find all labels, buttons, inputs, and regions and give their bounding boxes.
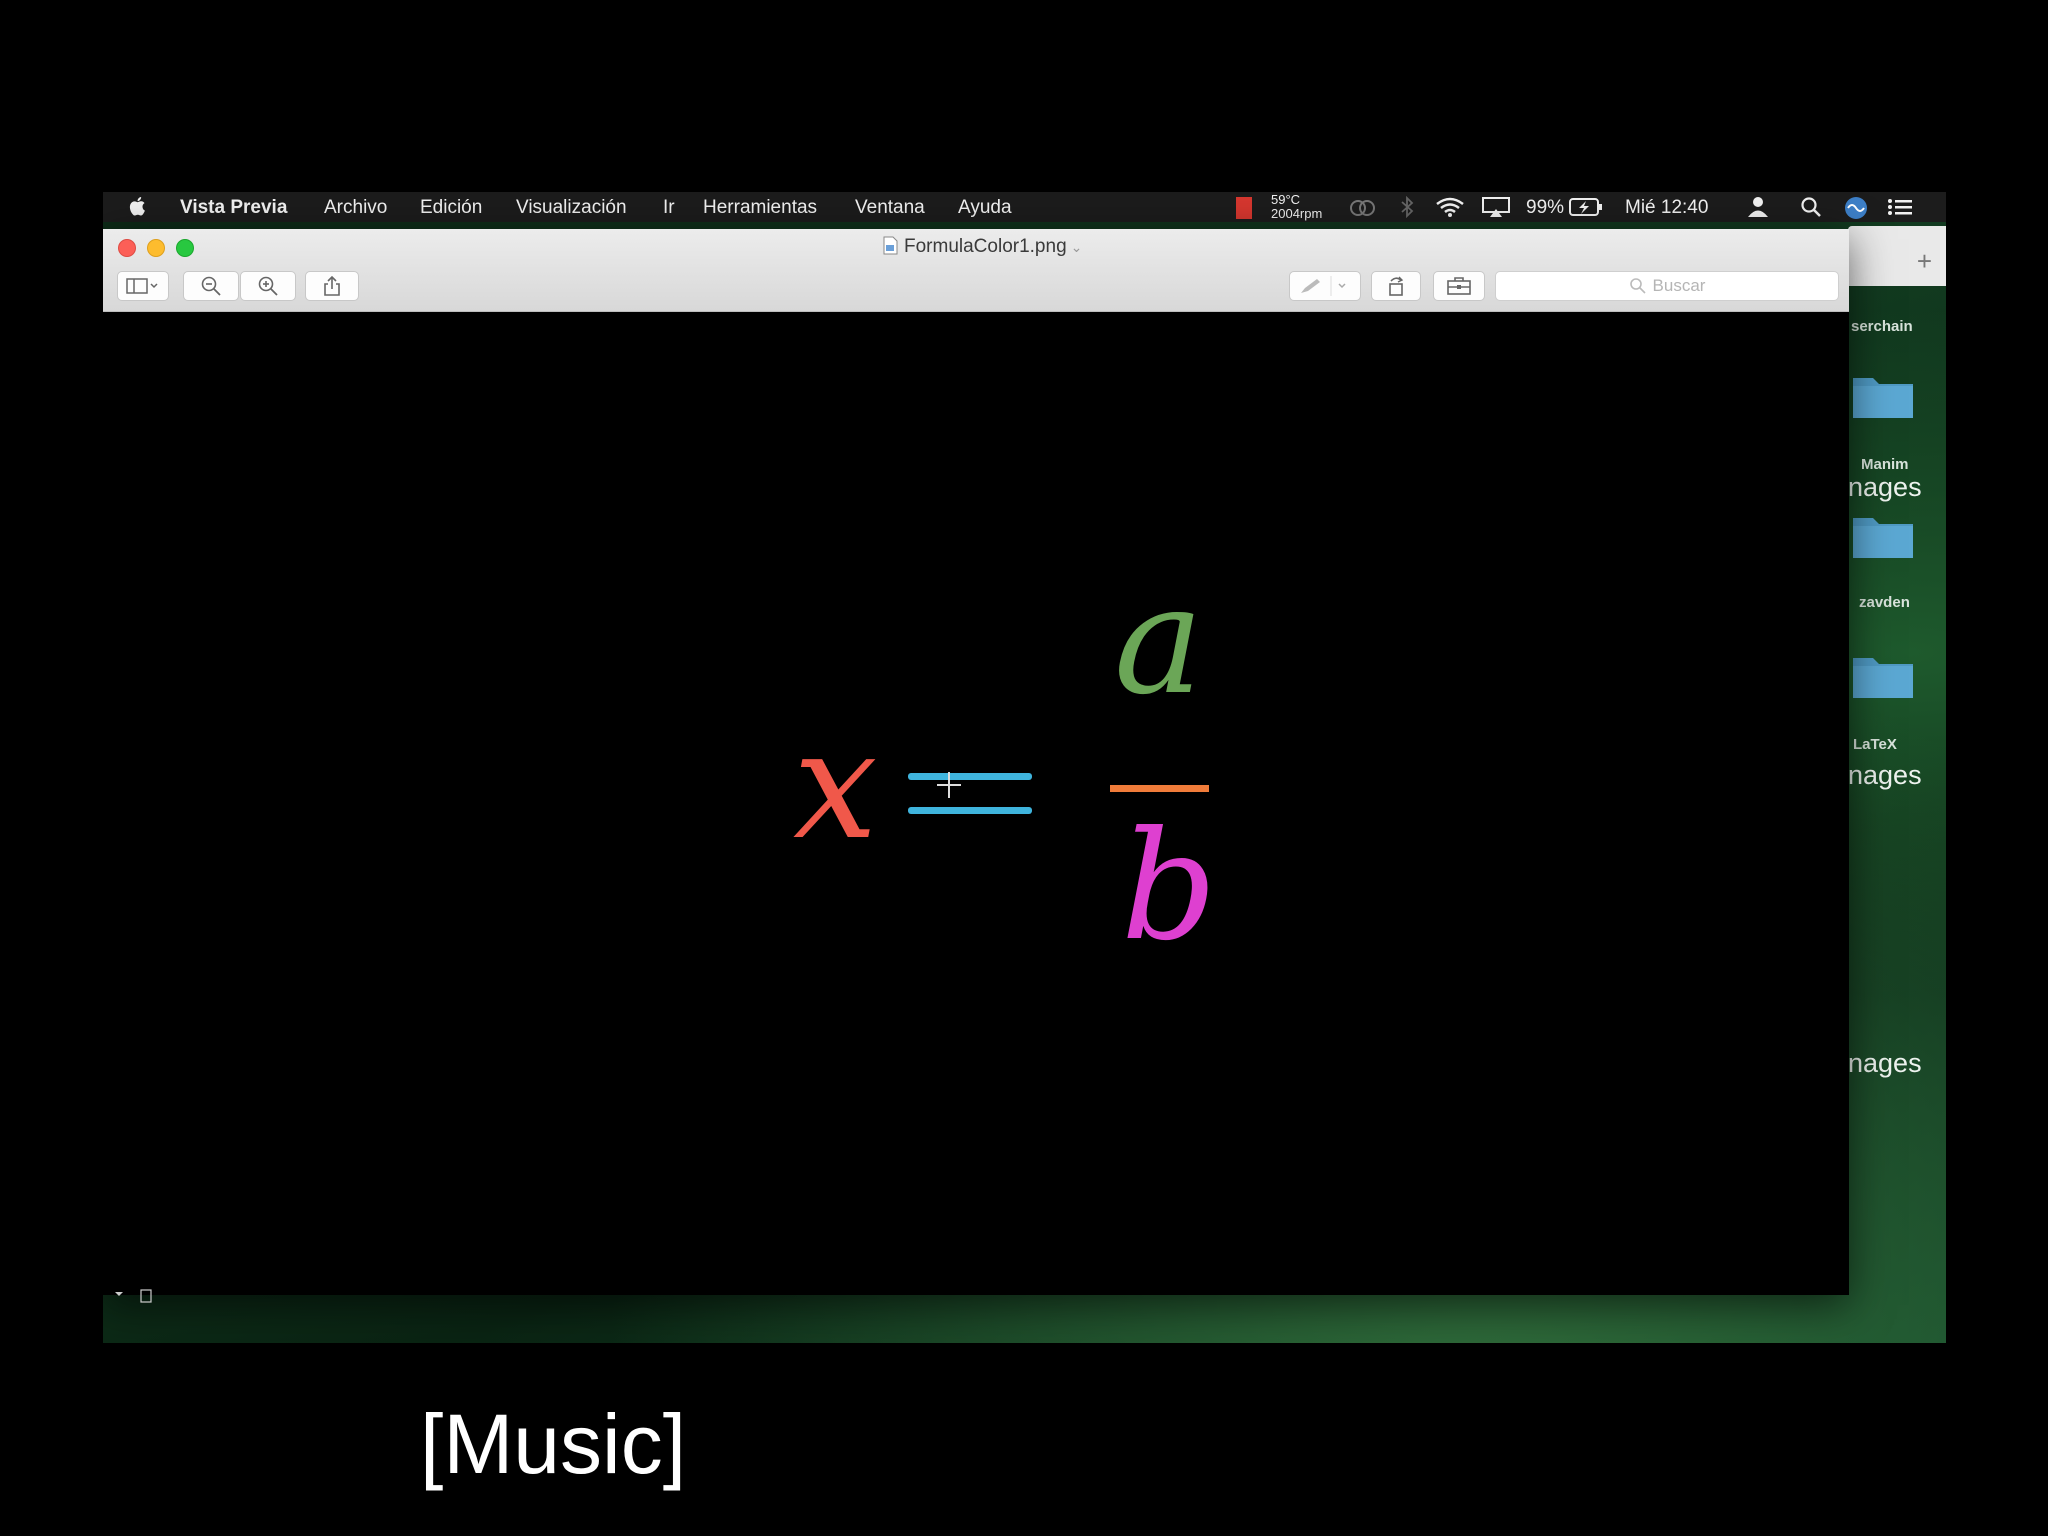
document-title[interactable]: FormulaColor1.png ⌄ — [883, 236, 1082, 258]
desktop-label-latex: LaTeX — [1853, 736, 1897, 753]
subtitle-caption: [Music] — [420, 1397, 687, 1491]
zoom-button[interactable] — [176, 239, 194, 257]
finder-window-edge[interactable]: + — [1848, 226, 1946, 286]
formula-numerator-a: a — [1114, 554, 1203, 728]
notification-center-icon[interactable] — [1887, 196, 1913, 218]
new-tab-plus-icon[interactable]: + — [1917, 246, 1932, 277]
sidebar-icon — [126, 278, 158, 294]
desktop-label-manim: Manim — [1861, 456, 1909, 473]
temperature-indicator-icon[interactable] — [1236, 197, 1252, 219]
search-icon — [1629, 278, 1646, 294]
zoom-in-button[interactable] — [240, 271, 296, 301]
rotate-button[interactable] — [1371, 271, 1421, 301]
dock-indicator-icon — [115, 1289, 152, 1303]
close-button[interactable] — [118, 239, 136, 257]
temperature-value: 59°C — [1271, 192, 1301, 207]
desktop-label-images-3: nages — [1848, 1048, 1922, 1078]
menu-visualizacion[interactable]: Visualización — [516, 197, 627, 219]
siri-icon[interactable] — [1844, 196, 1868, 220]
airplay-icon[interactable] — [1481, 196, 1511, 218]
document-icon — [883, 236, 898, 255]
folder-icon[interactable] — [1851, 510, 1915, 560]
creative-cloud-icon[interactable] — [1349, 196, 1377, 218]
temperature-readout[interactable]: 59°C 2004rpm — [1271, 193, 1322, 221]
pen-icon — [1301, 276, 1346, 296]
menu-edicion[interactable]: Edición — [420, 197, 482, 219]
minimize-button[interactable] — [147, 239, 165, 257]
menu-app-name[interactable]: Vista Previa — [180, 197, 287, 219]
search-field[interactable]: Buscar — [1495, 271, 1839, 301]
desktop-label-serchain: serchain — [1851, 318, 1913, 335]
user-icon[interactable] — [1746, 196, 1770, 218]
markup-button[interactable] — [1289, 271, 1361, 301]
battery-charging-icon[interactable] — [1569, 198, 1603, 216]
toolbox-button[interactable] — [1433, 271, 1485, 301]
formula-variable-x: x — [793, 699, 878, 873]
dock-edge — [113, 1287, 153, 1312]
zoom-out-button[interactable] — [183, 271, 239, 301]
zoom-out-icon — [201, 276, 221, 296]
preview-window: FormulaColor1.png ⌄ Buscar x a b — [103, 229, 1849, 1295]
menu-clock[interactable]: Mié 12:40 — [1625, 197, 1708, 219]
menu-ayuda[interactable]: Ayuda — [958, 197, 1012, 219]
share-button[interactable] — [305, 271, 359, 301]
wifi-icon[interactable] — [1435, 196, 1465, 218]
formula-image: x a b — [793, 554, 1217, 974]
image-canvas[interactable]: x a b — [103, 312, 1849, 1295]
zoom-in-icon — [258, 276, 278, 296]
menu-archivo[interactable]: Archivo — [324, 197, 387, 219]
window-titlebar[interactable]: FormulaColor1.png ⌄ Buscar — [103, 229, 1849, 312]
chevron-down-icon[interactable]: ⌄ — [1071, 239, 1083, 255]
desktop-label-images-2: nages — [1848, 760, 1922, 790]
formula-denominator-b: b — [1121, 800, 1217, 974]
menu-bar: Vista Previa Archivo Edición Visualizaci… — [103, 192, 1946, 222]
menu-ir[interactable]: Ir — [663, 197, 675, 219]
desktop-label-zavden: zavden — [1859, 594, 1910, 611]
fraction-bar — [1110, 785, 1209, 792]
fan-rpm-value: 2004rpm — [1271, 206, 1323, 221]
desktop-screen: + serchain Manim nages zavden LaTeX nage… — [103, 192, 1946, 1343]
apple-icon[interactable] — [129, 196, 147, 216]
desktop-label-images-1: nages — [1848, 472, 1922, 502]
equals-sign-top-bar — [908, 773, 1032, 780]
rotate-icon — [1389, 276, 1404, 296]
equals-sign-bottom-bar — [908, 807, 1032, 814]
share-icon — [324, 275, 340, 296]
folder-icon[interactable] — [1851, 370, 1915, 420]
toolbox-icon — [1447, 277, 1471, 295]
document-title-text: FormulaColor1.png — [904, 236, 1067, 257]
folder-icon[interactable] — [1851, 650, 1915, 700]
menu-herramientas[interactable]: Herramientas — [703, 197, 817, 219]
search-placeholder: Buscar — [1652, 276, 1706, 295]
battery-percent[interactable]: 99% — [1526, 197, 1564, 219]
bluetooth-icon[interactable] — [1400, 196, 1414, 218]
sidebar-toggle-button[interactable] — [117, 271, 169, 301]
spotlight-search-icon[interactable] — [1800, 196, 1822, 218]
menu-ventana[interactable]: Ventana — [855, 197, 925, 219]
